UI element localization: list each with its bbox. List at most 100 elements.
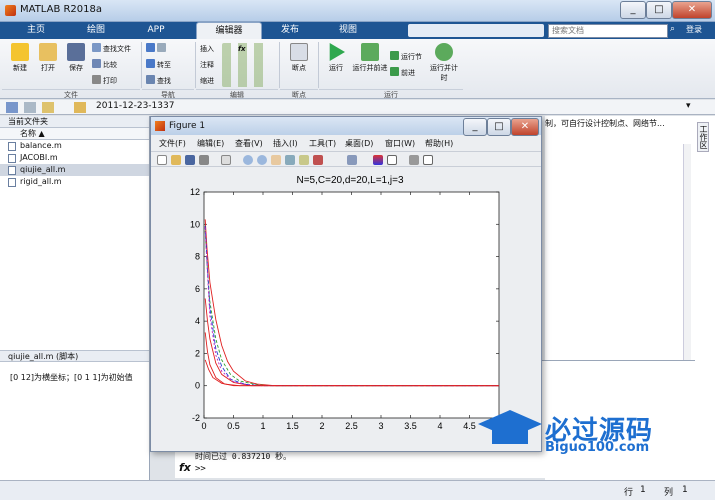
menu-help[interactable]: 帮助(H) bbox=[425, 138, 453, 149]
tab-plots[interactable]: 绘图 bbox=[70, 22, 122, 39]
ribbon-tab-bar: 主页 绘图 APP 编辑器 发布 视图 搜索文档 ⌕ 登录 bbox=[0, 22, 715, 39]
run-and-time-button[interactable]: 运行并计时 bbox=[428, 43, 460, 83]
zoom-in-icon[interactable] bbox=[243, 155, 253, 165]
divider bbox=[141, 42, 142, 88]
zoom-out-icon[interactable] bbox=[257, 155, 267, 165]
run-button[interactable]: 运行 bbox=[322, 43, 350, 73]
legend-icon[interactable] bbox=[387, 155, 397, 165]
find-files-button[interactable]: 查找文件 bbox=[92, 43, 131, 55]
nav-arrows-icon[interactable] bbox=[6, 102, 66, 113]
search-icon[interactable]: ⌕ bbox=[670, 24, 680, 37]
m-file-icon bbox=[8, 154, 16, 163]
find-button[interactable]: 查找 bbox=[146, 75, 171, 87]
brush-icon[interactable] bbox=[313, 155, 323, 165]
pointer-icon[interactable] bbox=[221, 155, 231, 165]
current-path[interactable]: 2011-12-23-1337 bbox=[96, 101, 174, 111]
breakpoints-section-label: 断点 bbox=[280, 89, 318, 99]
menu-edit[interactable]: 编辑(E) bbox=[197, 138, 224, 149]
x-tick-label: 0.5 bbox=[227, 421, 240, 431]
comment-button[interactable]: 注释 bbox=[200, 59, 214, 71]
tab-view[interactable]: 视图 bbox=[322, 22, 374, 39]
menu-view[interactable]: 查看(V) bbox=[235, 138, 263, 149]
folder-icon bbox=[74, 102, 86, 113]
fx-icon: fx bbox=[179, 461, 191, 474]
col-label: 列 bbox=[664, 488, 674, 498]
data-cursor-icon[interactable] bbox=[299, 155, 309, 165]
tab-publish[interactable]: 发布 bbox=[264, 22, 316, 39]
fx-button[interactable]: fx bbox=[238, 43, 246, 55]
chart-title: N=5,C=20,d=20,L=1,j=3 bbox=[296, 175, 403, 186]
y-tick-label: 10 bbox=[190, 219, 200, 229]
details-description: [0 12]为横坐标；[0 1 1]为初始值 bbox=[10, 373, 133, 382]
stopwatch-icon bbox=[435, 43, 453, 61]
y-tick-label: 12 bbox=[190, 187, 200, 197]
colorbar-icon[interactable] bbox=[373, 155, 383, 165]
figure-minimize-button[interactable]: _ bbox=[463, 118, 487, 136]
advance-button[interactable]: 前进 bbox=[390, 67, 415, 79]
link-icon[interactable] bbox=[347, 155, 357, 165]
x-tick-label: 2.5 bbox=[345, 421, 358, 431]
menu-tools[interactable]: 工具(T) bbox=[309, 138, 336, 149]
minimize-button[interactable]: _ bbox=[620, 1, 646, 19]
menu-file[interactable]: 文件(F) bbox=[159, 138, 186, 149]
new-figure-icon[interactable] bbox=[157, 155, 167, 165]
elapsed-time-text: 时间已过 0.837210 秒。 bbox=[195, 452, 292, 461]
open-icon[interactable] bbox=[171, 155, 181, 165]
figure-maximize-button[interactable]: □ bbox=[487, 118, 511, 136]
open-button[interactable]: 打开 bbox=[34, 43, 62, 73]
print-button[interactable]: 打印 bbox=[92, 75, 117, 87]
save-icon[interactable] bbox=[185, 155, 195, 165]
insert-button[interactable]: 插入 bbox=[200, 43, 214, 55]
watermark-url: Biguo100.com bbox=[545, 440, 650, 455]
compare-button[interactable]: 比较 bbox=[92, 59, 117, 71]
run-advance-button[interactable]: 运行并前进 bbox=[352, 43, 388, 73]
search-input[interactable]: 搜索文档 bbox=[548, 24, 668, 38]
back-forward-button[interactable] bbox=[146, 43, 168, 55]
figure-close-button[interactable]: ✕ bbox=[511, 118, 539, 136]
y-tick-label: 6 bbox=[195, 284, 200, 294]
name-column-header[interactable]: 名称 ▲ bbox=[0, 128, 149, 140]
file-item-balance[interactable]: balance.m bbox=[0, 140, 149, 152]
details-header: qiujie_all.m (脚本) bbox=[0, 350, 149, 362]
menu-desktop[interactable]: 桌面(D) bbox=[345, 138, 373, 149]
tab-apps[interactable]: APP bbox=[130, 22, 182, 39]
close-button[interactable]: ✕ bbox=[672, 1, 712, 19]
tab-editor[interactable]: 编辑器 bbox=[196, 22, 262, 39]
file-item-rigid-all[interactable]: rigid_all.m bbox=[0, 176, 149, 188]
breakpoints-button[interactable]: 断点 bbox=[284, 43, 314, 73]
tab-home[interactable]: 主页 bbox=[10, 22, 62, 39]
file-item-jacobi[interactable]: JACOBI.m bbox=[0, 152, 149, 164]
pan-icon[interactable] bbox=[271, 155, 281, 165]
new-icon bbox=[11, 43, 29, 61]
menu-insert[interactable]: 插入(I) bbox=[273, 138, 298, 149]
maximize-button[interactable]: □ bbox=[646, 1, 672, 19]
print-icon bbox=[92, 75, 101, 84]
x-tick-label: 3.5 bbox=[404, 421, 417, 431]
figure-title-bar: Figure 1 _ □ ✕ bbox=[151, 117, 541, 136]
y-tick-label: -2 bbox=[192, 413, 200, 423]
command-prompt[interactable]: >> bbox=[195, 464, 206, 474]
goto-button[interactable]: 转至 bbox=[146, 59, 171, 71]
menu-window[interactable]: 窗口(W) bbox=[385, 138, 415, 149]
login-button[interactable]: 登录 bbox=[686, 24, 702, 35]
m-file-icon bbox=[8, 142, 16, 151]
ribbon-toolstrip: 新建 打开 保存 查找文件 比较 打印 文件 转至 查找 导航 插入 注释 缩进… bbox=[0, 39, 715, 99]
editor-banner: 制，可自行设计控制点、网络节... bbox=[545, 119, 665, 128]
new-button[interactable]: 新建 bbox=[6, 43, 34, 73]
row-value: 1 bbox=[640, 485, 646, 495]
chevron-down-icon[interactable]: ▾ bbox=[686, 101, 691, 111]
print-icon[interactable] bbox=[199, 155, 209, 165]
indent-button[interactable]: 缩进 bbox=[200, 75, 214, 87]
run-advance-icon bbox=[361, 43, 379, 61]
file-item-qiujie-all[interactable]: qiujie_all.m bbox=[0, 164, 149, 176]
run-section-button[interactable]: 运行节 bbox=[390, 51, 422, 63]
run-section-label: 运行 bbox=[319, 89, 463, 99]
save-button[interactable]: 保存 bbox=[62, 43, 90, 73]
rotate-icon[interactable] bbox=[285, 155, 295, 165]
edit-tools-icon[interactable] bbox=[222, 43, 270, 87]
breakpoint-icon bbox=[290, 43, 308, 61]
divider bbox=[195, 42, 196, 88]
hide-tools-icon[interactable] bbox=[409, 155, 419, 165]
dock-icon[interactable] bbox=[423, 155, 433, 165]
workspace-tab[interactable]: 工作区 bbox=[697, 122, 709, 152]
